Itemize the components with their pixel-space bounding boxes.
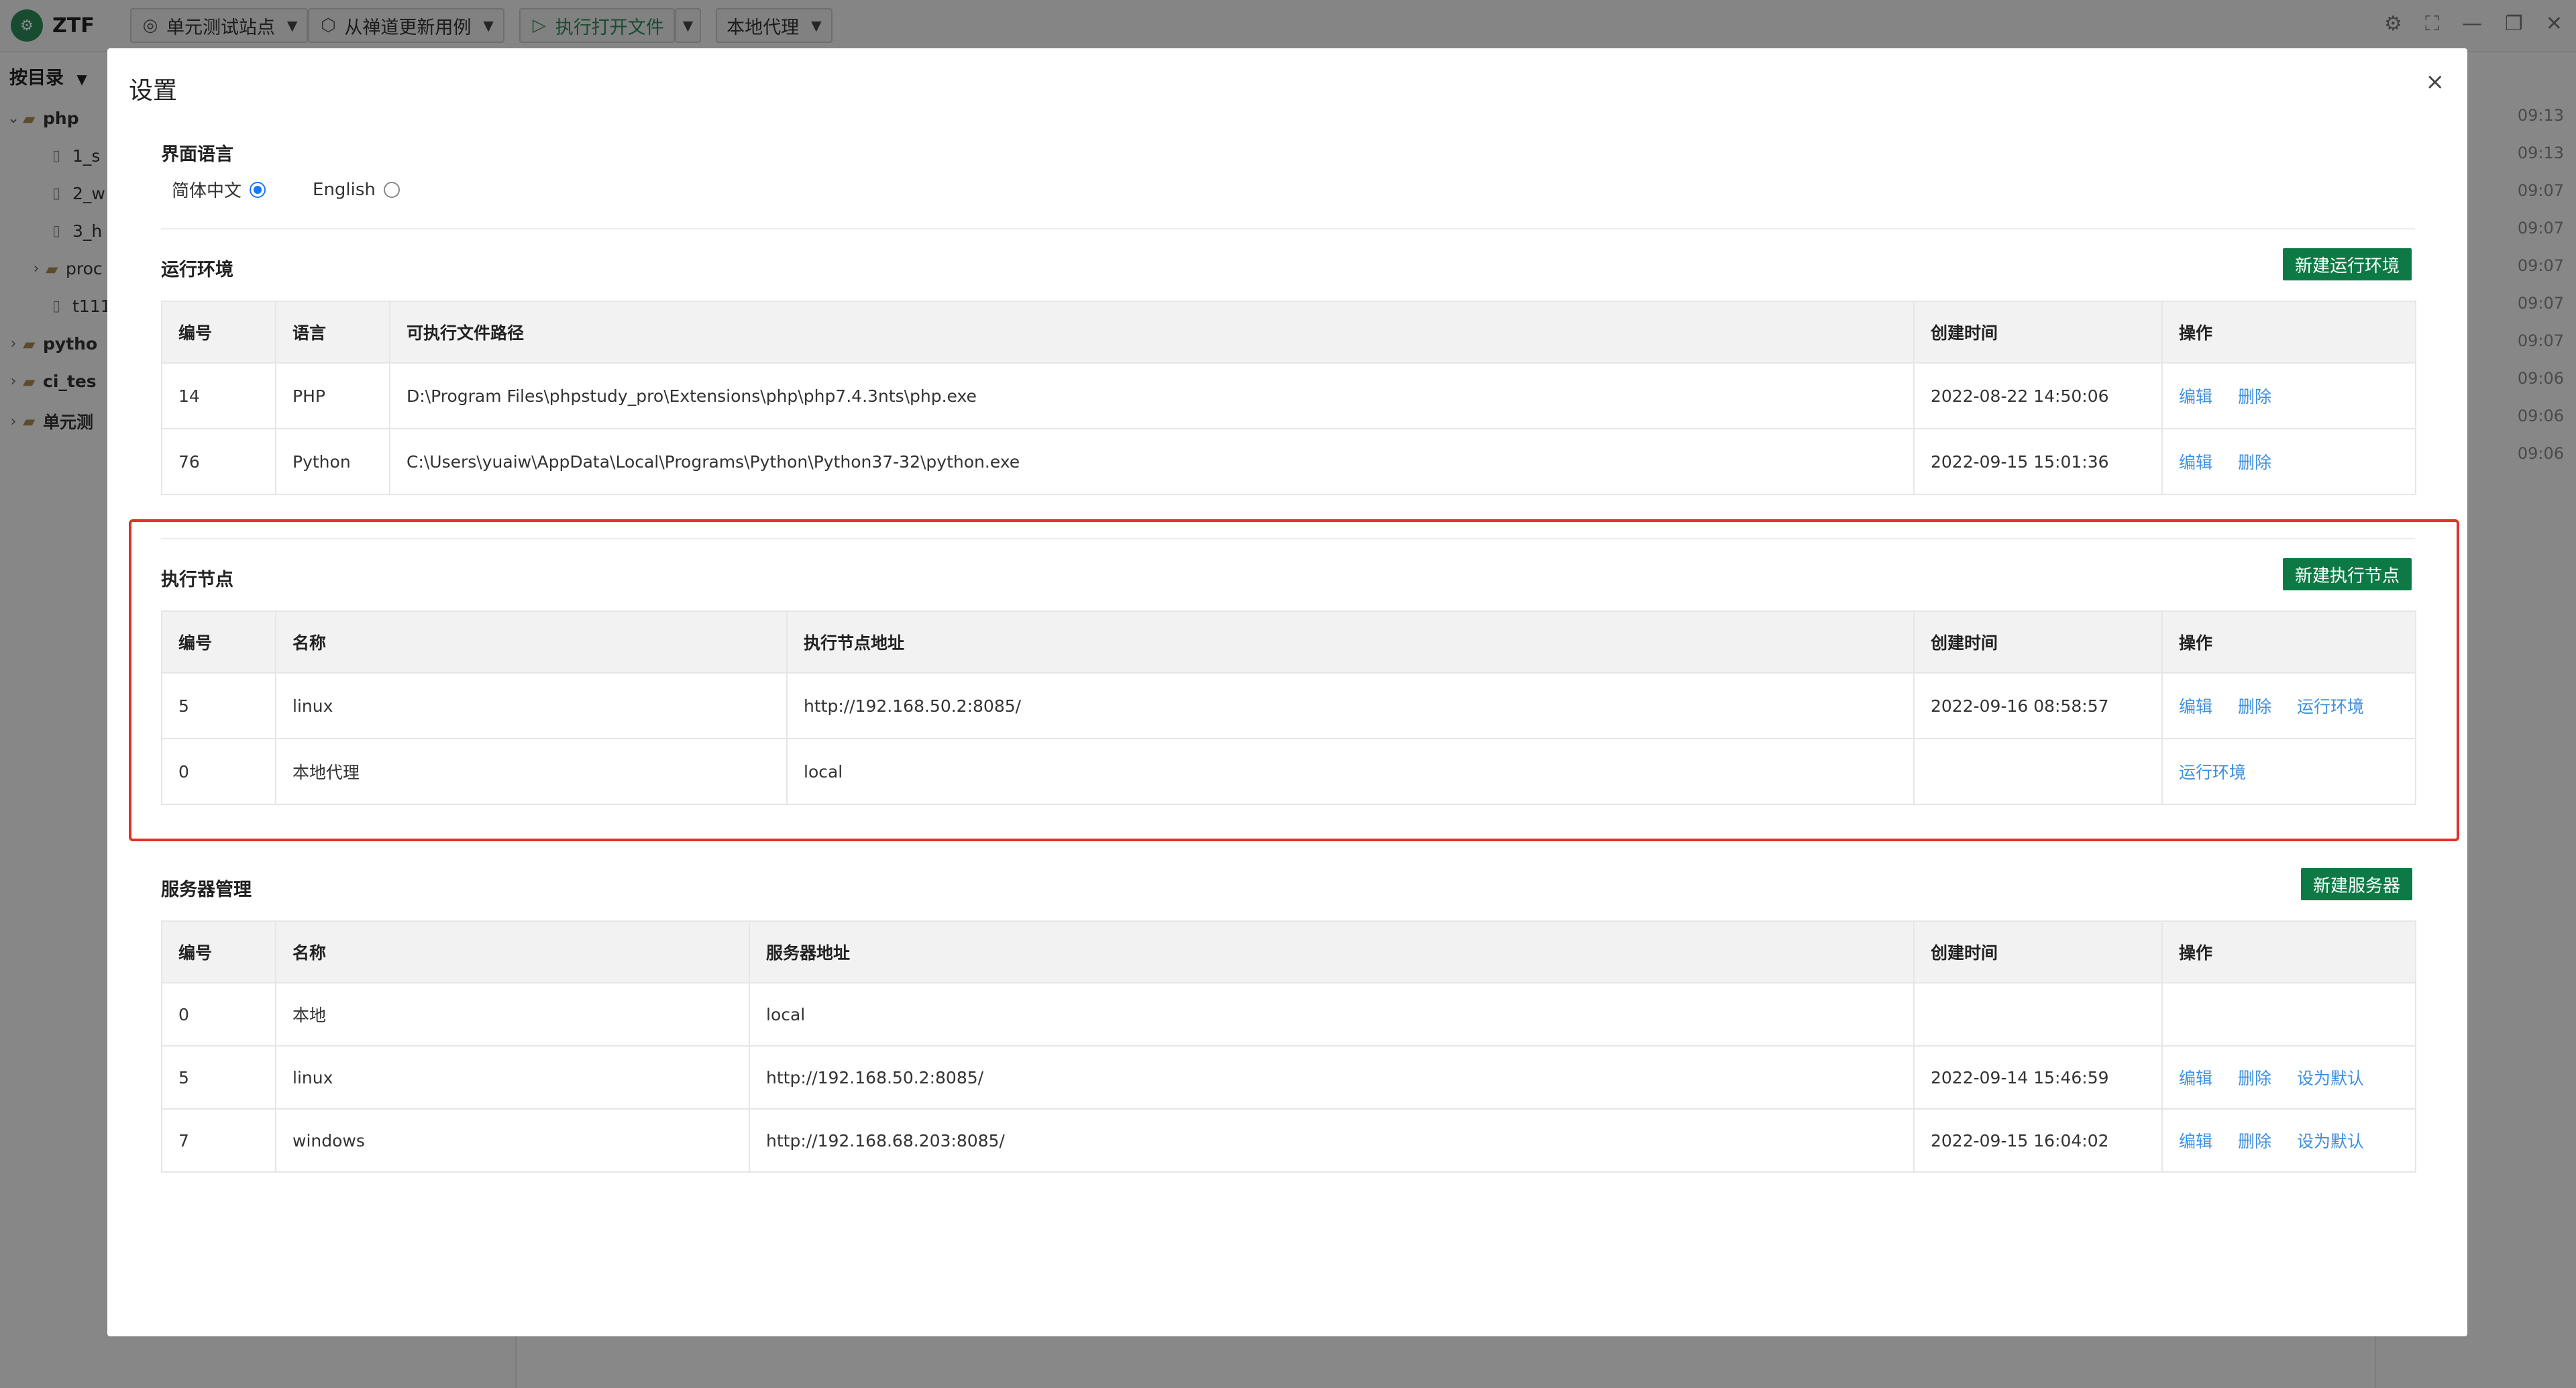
cell-created: 2022-09-15 16:04:02 [1913,1108,2163,1173]
column-header: 语言 [275,301,390,364]
language-radio-group: 简体中文 English [172,177,447,202]
column-header: 操作 [2161,301,2416,364]
delete-link[interactable]: 删除 [2238,1132,2271,1151]
divider [161,228,2415,229]
cell-id: 14 [161,362,276,429]
servers-section-title: 服务器管理 [161,879,252,900]
annotation-highlight-box [129,519,2459,841]
table-row: 7 windows http://192.168.68.203:8085/ 20… [161,1108,2416,1173]
table-row: 76 Python C:\Users\yuaiw\AppData\Local\P… [161,428,2416,495]
table-row: 5 linux http://192.168.50.2:8085/ 2022-0… [161,1045,2416,1110]
delete-link[interactable]: 删除 [2238,1069,2271,1088]
cell-lang: PHP [275,362,390,429]
settings-dialog: 设置 × 界面语言 简体中文 English 运行环境 新建运行环境 编号 语言… [107,48,2467,1336]
table-row: 0 本地 local [161,982,2416,1047]
cell-lang: Python [275,428,390,495]
cell-created [1913,982,2163,1047]
language-option-zh[interactable]: 简体中文 [172,177,266,202]
column-header: 名称 [275,920,750,983]
dialog-title: 设置 [129,77,178,105]
new-runtime-button[interactable]: 新建运行环境 [2283,248,2412,280]
set-default-link[interactable]: 设为默认 [2297,1069,2364,1088]
cell-id: 7 [161,1108,276,1173]
cell-name: windows [275,1108,750,1173]
cell-address: local [749,982,1915,1047]
cell-created: 2022-09-14 15:46:59 [1913,1045,2163,1110]
table-header-row: 编号 语言 可执行文件路径 创建时间 操作 [161,301,2416,364]
close-icon[interactable]: × [2426,68,2445,95]
cell-path: D:\Program Files\phpstudy_pro\Extensions… [389,362,1915,429]
servers-table: 编号 名称 服务器地址 创建时间 操作 0 本地 local 5 linux h… [161,920,2416,1173]
cell-ops: 编辑 删除 设为默认 [2161,1108,2416,1173]
table-header-row: 编号 名称 服务器地址 创建时间 操作 [161,920,2416,983]
column-header: 创建时间 [1913,920,2163,983]
new-server-button[interactable]: 新建服务器 [2301,868,2413,900]
cell-id: 76 [161,428,276,495]
cell-path: C:\Users\yuaiw\AppData\Local\Programs\Py… [389,428,1915,495]
column-header: 编号 [161,920,276,983]
cell-name: 本地 [275,982,750,1047]
runtime-section-title: 运行环境 [161,260,233,280]
column-header: 服务器地址 [749,920,1915,983]
runtime-table: 编号 语言 可执行文件路径 创建时间 操作 14 PHP D:\Program … [161,301,2416,495]
language-option-en[interactable]: English [313,180,400,200]
language-option-label: 简体中文 [172,181,242,201]
cell-id: 5 [161,1045,276,1110]
cell-id: 0 [161,982,276,1047]
delete-link[interactable]: 删除 [2238,453,2271,472]
set-default-link[interactable]: 设为默认 [2297,1132,2364,1151]
delete-link[interactable]: 删除 [2238,387,2271,407]
edit-link[interactable]: 编辑 [2179,1132,2212,1151]
cell-ops [2161,982,2416,1047]
cell-ops: 编辑 删除 [2161,428,2416,495]
language-section-title: 界面语言 [161,144,233,165]
edit-link[interactable]: 编辑 [2179,387,2212,407]
cell-address: http://192.168.68.203:8085/ [749,1108,1915,1173]
cell-ops: 编辑 删除 [2161,362,2416,429]
cell-name: linux [275,1045,750,1110]
edit-link[interactable]: 编辑 [2179,1069,2212,1088]
column-header: 可执行文件路径 [389,301,1915,364]
language-option-label: English [313,179,376,200]
cell-address: http://192.168.50.2:8085/ [749,1045,1915,1110]
column-header: 编号 [161,301,276,364]
column-header: 操作 [2161,920,2416,983]
cell-ops: 编辑 删除 设为默认 [2161,1045,2416,1110]
edit-link[interactable]: 编辑 [2179,453,2212,472]
column-header: 创建时间 [1913,301,2163,364]
radio-button-selected[interactable] [250,181,266,198]
radio-button[interactable] [383,181,400,198]
cell-created: 2022-09-15 15:01:36 [1913,428,2163,495]
cell-created: 2022-08-22 14:50:06 [1913,362,2163,429]
table-row: 14 PHP D:\Program Files\phpstudy_pro\Ext… [161,362,2416,429]
